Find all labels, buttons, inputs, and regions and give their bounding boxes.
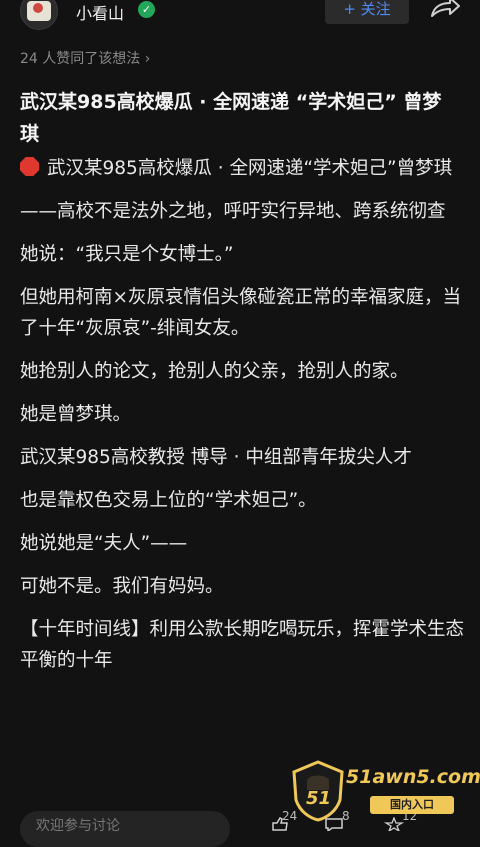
- paragraph: 但她用柯南×灰原哀情侣头像碰瓷正常的幸福家庭，当了十年“灰原哀”-绯闻女友。: [20, 287, 462, 339]
- paragraph: 武汉某985高校教授 博导 · 中组部青年拔尖人才: [20, 447, 412, 468]
- paragraph: 她抢别人的论文，抢别人的父亲，抢别人的家。: [20, 361, 409, 382]
- follow-button[interactable]: + 关注: [325, 0, 409, 24]
- site-name: 51awn5.com: [346, 766, 480, 788]
- paragraph: 武汉某985高校爆瓜 · 全网速递“学术妲己”曾梦琪: [20, 153, 465, 184]
- likes-summary-link[interactable]: 24 人赞同了该想法 ›: [20, 48, 150, 68]
- paragraph: 也是靠权色交易上位的“学术妲己”。: [20, 490, 317, 511]
- avatar[interactable]: [20, 0, 58, 30]
- paragraph: 她是曾梦琪。: [20, 404, 132, 425]
- paragraph: 【十年时间线】利用公款长期吃喝玩乐，挥霍学术生态平衡的十年: [20, 619, 465, 671]
- paragraph-text: 武汉某985高校爆瓜 · 全网速递“学术妲己”曾梦琪: [47, 158, 453, 179]
- site-watermark-badge[interactable]: 51 51awn5.com 国内入口: [290, 760, 480, 822]
- comment-input[interactable]: 欢迎参与讨论: [20, 811, 230, 847]
- stop-sign-icon: [20, 157, 39, 176]
- post-title: 武汉某985高校爆瓜 · 全网速递 “学术妲己” 曾梦琪: [20, 91, 442, 145]
- paragraph: 她说她是“夫人”——: [20, 533, 188, 554]
- paragraph: 可她不是。我们有妈妈。: [20, 576, 224, 597]
- username[interactable]: 小看山: [76, 0, 124, 24]
- post-header: 小看山 ✓ + 关注: [0, 0, 480, 32]
- logo-number: 51: [306, 788, 332, 809]
- avatar-detail: [33, 3, 43, 13]
- share-icon[interactable]: [428, 0, 462, 20]
- verified-icon: ✓: [138, 1, 155, 18]
- site-tag: 国内入口: [370, 796, 454, 814]
- paragraph: 她说：“我只是个女博士。”: [20, 244, 234, 265]
- paragraph: ——高校不是法外之地，呼吁实行异地、跨系统彻查: [20, 201, 446, 222]
- post-content: 武汉某985高校爆瓜 · 全网速递“学术妲己”曾梦琪 ——高校不是法外之地，呼吁…: [20, 153, 465, 688]
